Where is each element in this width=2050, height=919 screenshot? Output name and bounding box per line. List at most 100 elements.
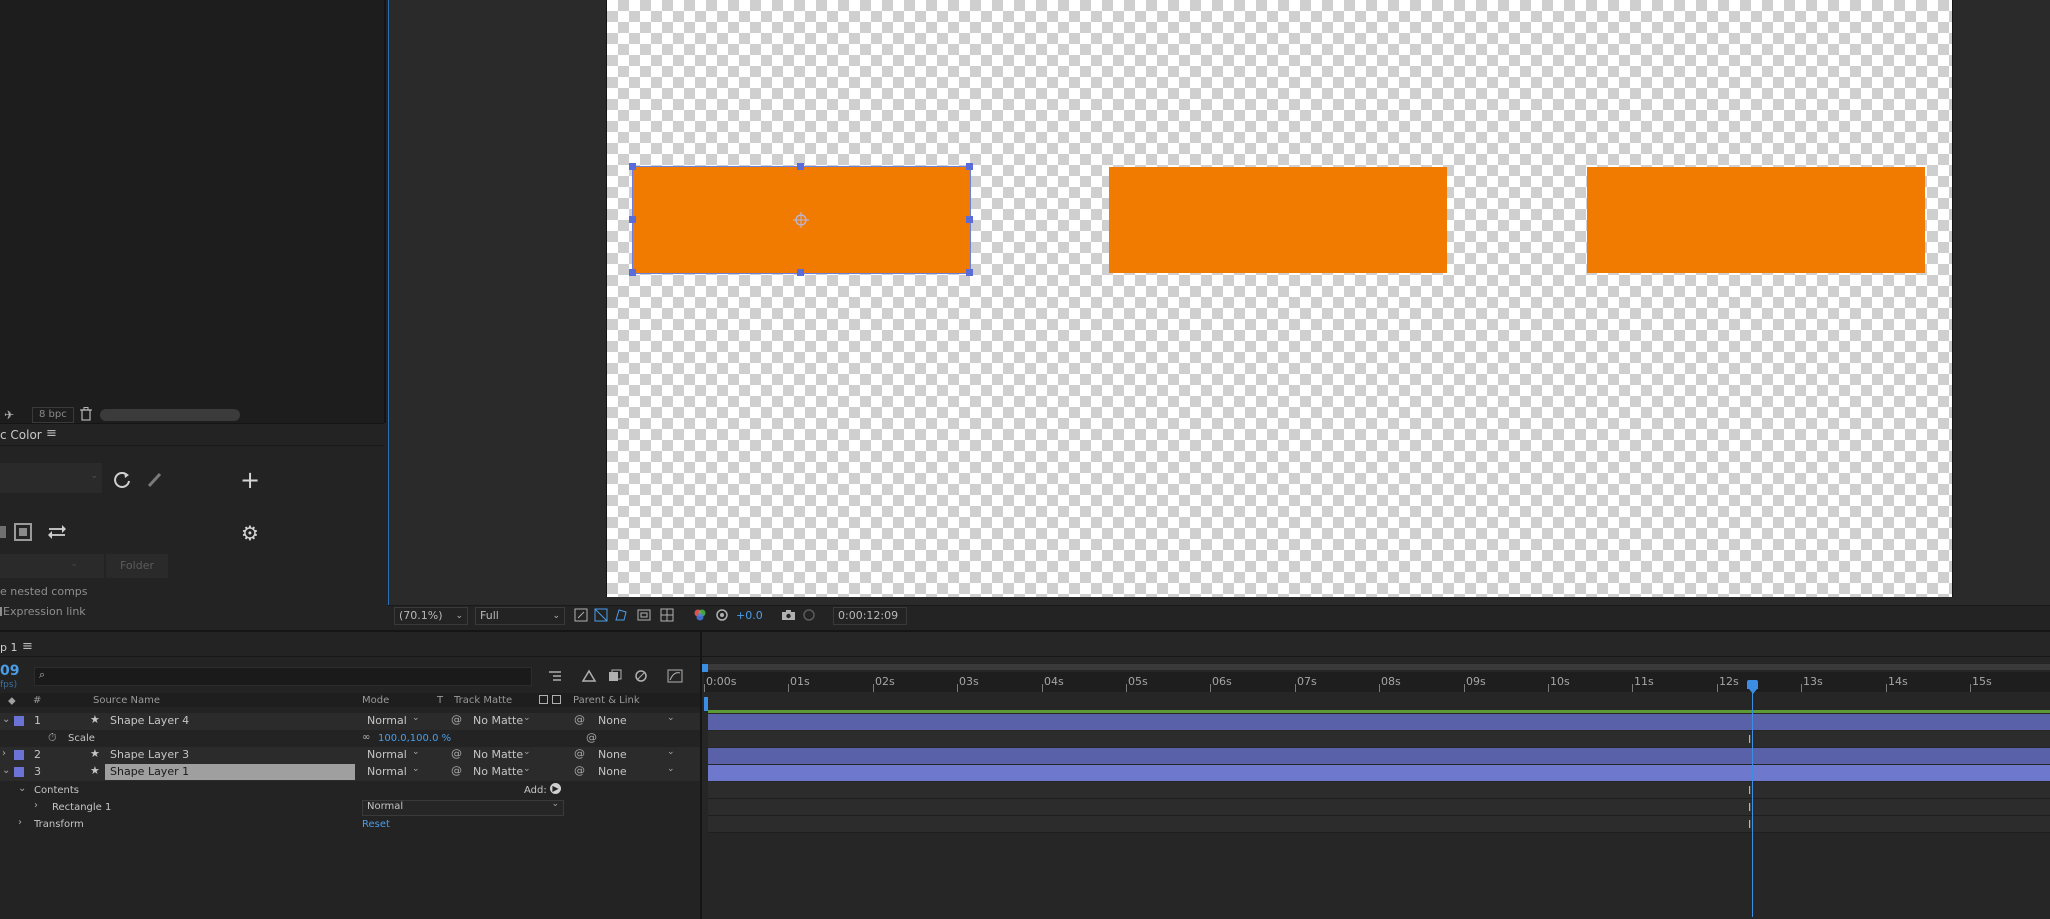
transform-handle[interactable] <box>629 216 636 223</box>
layer-name[interactable]: Shape Layer 3 <box>110 748 189 761</box>
chevron-right-icon[interactable]: › <box>2 748 6 759</box>
swap-icon[interactable] <box>46 522 68 542</box>
chevron-down-icon[interactable]: ⌄ <box>2 714 10 725</box>
mask-visibility-icon[interactable] <box>613 607 629 623</box>
region-of-interest-icon[interactable] <box>636 607 652 623</box>
layer-row[interactable] <box>0 713 700 730</box>
composition-canvas[interactable] <box>606 0 1953 597</box>
layer-name[interactable]: Shape Layer 1 <box>110 765 189 778</box>
column-track-matte[interactable]: Track Matte <box>454 695 512 706</box>
fast-previews-icon[interactable] <box>573 607 589 623</box>
current-time[interactable]: 09 <box>0 663 19 679</box>
column-num[interactable]: # <box>33 695 41 706</box>
layer-mode-dropdown[interactable]: Normal <box>367 748 407 761</box>
column-mode[interactable]: Mode <box>362 695 389 706</box>
parent-dropdown[interactable]: None <box>598 748 627 761</box>
transform-handle[interactable] <box>966 269 973 276</box>
pencil-icon[interactable] <box>143 468 167 492</box>
panel-menu-icon[interactable]: ≡ <box>46 426 57 441</box>
time-ruler[interactable] <box>704 672 2050 692</box>
thumbnail-size-slider[interactable] <box>100 409 240 421</box>
in-point-marker[interactable] <box>704 697 708 711</box>
trash-icon[interactable] <box>80 407 92 424</box>
track-matte-dropdown[interactable]: No Matte <box>473 765 523 778</box>
comp-tab[interactable]: p 1 <box>0 641 17 654</box>
label-color-swatch[interactable] <box>14 750 24 760</box>
grid-guides-icon[interactable] <box>659 607 675 623</box>
panel-menu-icon[interactable]: ≡ <box>22 639 33 654</box>
shape-layer-3[interactable] <box>1109 167 1447 273</box>
flowchart-icon[interactable]: ✈ <box>4 408 14 422</box>
parent-pickwhip-icon[interactable]: @ <box>574 747 585 760</box>
parent-dropdown[interactable]: None <box>598 765 627 778</box>
scale-value[interactable]: 100.0,100.0 % <box>378 733 451 744</box>
reset-button[interactable]: Reset <box>362 819 390 830</box>
label-color-swatch[interactable] <box>14 716 24 726</box>
draft-3d-icon[interactable] <box>581 668 597 684</box>
transform-handle[interactable] <box>629 163 636 170</box>
transform-handle[interactable] <box>797 163 804 170</box>
expression-pickwhip-icon[interactable]: @ <box>586 731 597 744</box>
folder-button[interactable]: Folder <box>106 554 168 578</box>
parent-dropdown[interactable]: None <box>598 714 627 727</box>
layer-mode-dropdown[interactable]: Normal <box>367 714 407 727</box>
layer-mode-dropdown[interactable]: Normal <box>367 765 407 778</box>
add-icon[interactable]: + <box>238 466 262 494</box>
folder-dropdown[interactable]: ⌄ <box>0 554 104 578</box>
expression-link-option[interactable]: Expression link <box>3 605 86 618</box>
pickwhip-icon[interactable]: @ <box>451 713 462 726</box>
column-parent-link[interactable]: Parent & Link <box>573 695 640 706</box>
current-time-display[interactable]: 0:00:12:09 <box>833 607 907 625</box>
chevron-down-icon[interactable]: ⌄ <box>18 783 26 794</box>
reset-exposure-icon[interactable] <box>714 607 730 623</box>
frame-blending-icon[interactable] <box>607 668 623 684</box>
layer-duration-bar[interactable] <box>708 714 2050 730</box>
keyframe-navigator-icon[interactable]: I <box>1748 818 1751 831</box>
layer-search-input[interactable]: ⌕ <box>34 667 532 686</box>
chevron-right-icon[interactable]: › <box>34 800 38 811</box>
column-t[interactable]: T <box>437 695 443 706</box>
refresh-icon[interactable] <box>110 468 134 492</box>
playhead-handle[interactable] <box>1747 680 1758 689</box>
work-area-start[interactable] <box>702 664 708 672</box>
camera-icon[interactable] <box>780 607 796 623</box>
motion-blur-icon[interactable] <box>633 668 649 684</box>
anchor-point-icon[interactable] <box>792 211 810 232</box>
matte-invert-icon[interactable] <box>552 695 561 704</box>
resolution-dropdown[interactable]: Full ⌄ <box>475 607 565 625</box>
layer-duration-bar[interactable] <box>708 748 2050 764</box>
chevron-right-icon[interactable]: › <box>18 817 22 828</box>
layer-row[interactable] <box>0 747 700 764</box>
track-matte-dropdown[interactable]: No Matte <box>473 748 523 761</box>
label-tag-icon[interactable]: ⬥ <box>8 694 16 708</box>
color-dropdown[interactable]: ⌄ <box>0 463 102 493</box>
exposure-value[interactable]: +0.0 <box>736 609 763 622</box>
pickwhip-icon[interactable]: @ <box>451 764 462 777</box>
keyframe-navigator-icon[interactable]: I <box>1748 784 1751 797</box>
transparency-grid-icon[interactable] <box>593 607 609 623</box>
transform-handle[interactable] <box>629 269 636 276</box>
layer-name[interactable]: Shape Layer 4 <box>110 714 189 727</box>
nested-comps-option[interactable]: e nested comps <box>0 585 88 598</box>
transform-handle[interactable] <box>966 163 973 170</box>
bpc-button[interactable]: 8 bpc <box>32 407 74 423</box>
magnification-dropdown[interactable]: (70.1%) ⌄ <box>394 607 468 625</box>
matte-alpha-icon[interactable] <box>539 695 548 704</box>
show-snapshot-icon[interactable] <box>801 607 817 623</box>
composition-mini-flowchart-icon[interactable] <box>547 668 563 684</box>
stopwatch-icon[interactable]: ⏱ <box>48 731 57 745</box>
pickwhip-icon[interactable]: @ <box>451 747 462 760</box>
playhead-line[interactable] <box>1752 682 1753 917</box>
graph-editor-icon[interactable] <box>667 668 683 684</box>
transform-handle[interactable] <box>966 216 973 223</box>
constrain-proportions-icon[interactable]: ∞ <box>362 732 370 743</box>
channel-icon[interactable] <box>692 607 708 623</box>
track-matte-dropdown[interactable]: No Matte <box>473 714 523 727</box>
add-property-button[interactable]: ▶ <box>550 783 561 794</box>
gear-icon[interactable]: ⚙ <box>238 521 262 545</box>
column-source-name[interactable]: Source Name <box>93 695 160 706</box>
shape-layer-4[interactable] <box>1587 167 1925 273</box>
keyframe-navigator-icon[interactable]: I <box>1748 801 1751 814</box>
parent-pickwhip-icon[interactable]: @ <box>574 713 585 726</box>
chevron-down-icon[interactable]: ⌄ <box>2 765 10 776</box>
